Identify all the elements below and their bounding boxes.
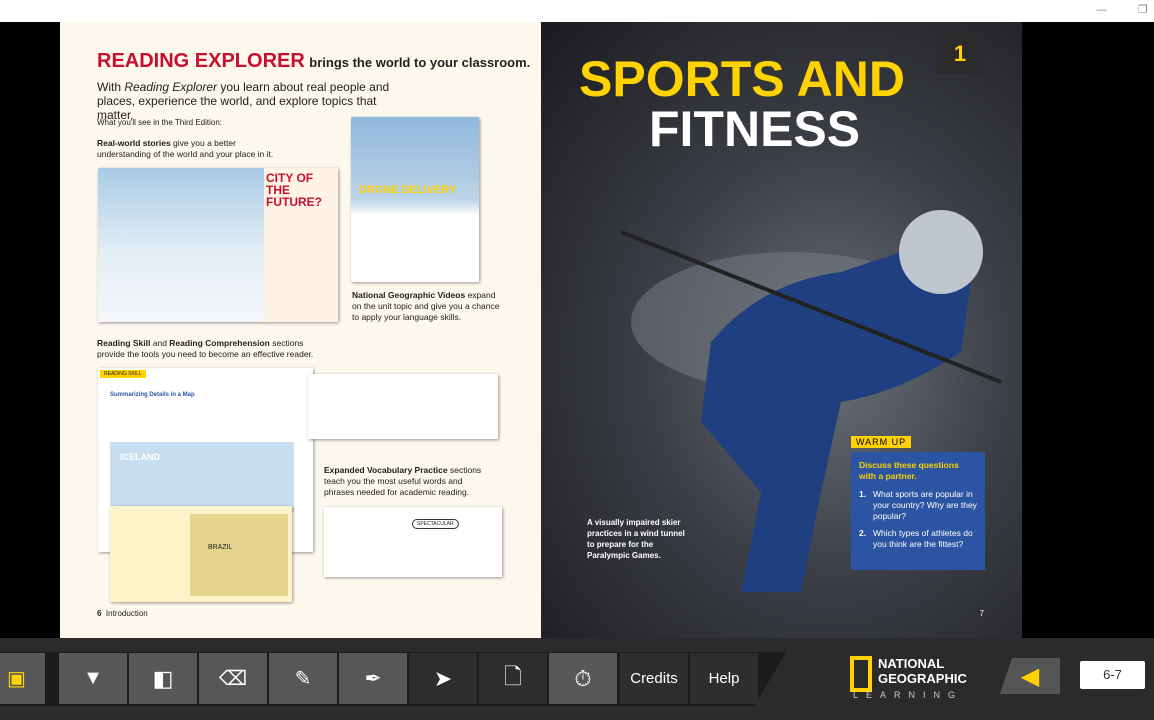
intro-pre: With: [97, 80, 125, 94]
pencil-button[interactable]: ✎: [269, 653, 337, 704]
vocab-thumbnail: SPECTACULAR: [324, 507, 502, 577]
timer-button[interactable]: ⏱: [549, 653, 617, 704]
page-title: READING EXPLORER brings the world to you…: [97, 50, 530, 73]
media-icon: ▣: [7, 668, 26, 690]
presentation-button[interactable]: ▼: [59, 653, 127, 704]
vocab-text: Expanded Vocabulary Practice sections te…: [324, 465, 494, 498]
unit-number-badge: 1: [936, 34, 984, 74]
city-title: CITY OF THE FUTURE?: [266, 171, 322, 209]
pages-button[interactable]: ◧: [129, 653, 197, 704]
right-page: 1 SPORTS AND FITNESS A visually impaired…: [541, 22, 1022, 639]
warm-up-prompt: Discuss these questions with a partner.: [859, 460, 959, 481]
ng-logo-border-icon: [850, 656, 872, 692]
right-page-number: 7: [979, 609, 984, 618]
warm-up-box: Discuss these questions with a partner. …: [851, 452, 985, 570]
media-button[interactable]: ▣: [0, 653, 45, 704]
reading-comprehension-thumbnail: [308, 374, 498, 439]
presentation-icon: ▼: [83, 667, 103, 689]
question-text: Which types of athletes do you think are…: [873, 528, 973, 549]
skill-text: Reading Skill and Reading Comprehension …: [97, 338, 327, 360]
eraser-icon: ⌫: [218, 668, 248, 690]
brand-title: READING EXPLORER: [97, 50, 305, 72]
skill-bold2: Reading Comprehension: [169, 338, 270, 348]
intro-em: Reading Explorer: [124, 80, 218, 94]
see-label: What you'll see in the Third Edition:: [97, 118, 222, 127]
stories-bold: Real-world stories: [97, 138, 171, 148]
pencil-icon: ✎: [294, 668, 312, 690]
brazil-thumbnail: BRAZIL: [110, 506, 292, 602]
timer-icon: ⏱: [574, 665, 592, 691]
videos-text: National Geographic Videos expand on the…: [352, 290, 502, 323]
back-arrow-icon: ◀: [1020, 662, 1040, 690]
question-1: 1. What sports are popular in your countr…: [859, 489, 977, 522]
question-number: 2.: [859, 528, 867, 538]
stories-text: Real-world stories give you a better und…: [97, 138, 287, 160]
pointer-icon: ➤: [433, 665, 453, 691]
skill-heading: Summarizing Details in a Map: [110, 392, 195, 398]
question-number: 1.: [859, 489, 867, 499]
eraser-button[interactable]: ⌫: [199, 653, 267, 704]
videos-bold: National Geographic Videos: [352, 290, 466, 300]
city-thumbnail: CITY OF THE FUTURE?: [98, 168, 338, 322]
question-text: What sports are popular in your country?…: [873, 489, 977, 521]
question-2: 2. Which types of athletes do you think a…: [859, 528, 977, 550]
blank-page-icon: 🗋: [504, 663, 522, 689]
help-button[interactable]: Help: [690, 653, 758, 704]
restore-icon[interactable]: ❐: [1138, 3, 1148, 16]
ng-logo: NATIONAL GEOGRAPHIC: [878, 656, 967, 686]
logo-line3: LEARNING: [853, 690, 964, 700]
page-label: Introduction: [105, 609, 148, 618]
logo-line2: GEOGRAPHIC: [878, 671, 967, 686]
vocab-bold: Expanded Vocabulary Practice: [324, 465, 448, 475]
brazil-label: BRAZIL: [208, 544, 233, 551]
drone-title: DRONE DELIVERY: [359, 184, 457, 196]
vocab-word: SPECTACULAR: [412, 519, 459, 529]
pen-icon: ✒: [364, 668, 382, 690]
logo-line1: NATIONAL: [878, 656, 945, 671]
pointer-button[interactable]: ➤: [409, 653, 477, 704]
warm-up-label: WARM UP: [851, 436, 912, 448]
unit-title-line2: FITNESS: [649, 101, 861, 157]
left-page: READING EXPLORER brings the world to you…: [60, 22, 541, 639]
skill-bold1: Reading Skill: [97, 338, 151, 348]
pen-button[interactable]: ✒: [339, 653, 407, 704]
credits-button[interactable]: Credits: [620, 653, 688, 704]
page-footer: 6 Introduction: [97, 609, 148, 618]
skill-and: and: [150, 338, 170, 348]
page-number-field[interactable]: 6-7: [1080, 661, 1145, 689]
pages-icon: ◧: [152, 665, 174, 691]
photo-caption: A visually impaired skier practices in a…: [587, 518, 685, 560]
reading-skill-tag: READING SKILL: [100, 370, 146, 378]
iceland-label: ICELAND: [120, 452, 160, 462]
page-number: 6: [97, 609, 102, 618]
intro-text: With Reading Explorer you learn about re…: [97, 80, 407, 122]
drone-thumbnail: DRONE DELIVERY: [351, 117, 479, 282]
title-rest: brings the world to your classroom.: [309, 55, 531, 70]
window-title-bar: — ❐: [0, 0, 1154, 22]
blank-page-button[interactable]: 🗋: [479, 653, 547, 704]
minimize-icon[interactable]: —: [1096, 3, 1107, 16]
